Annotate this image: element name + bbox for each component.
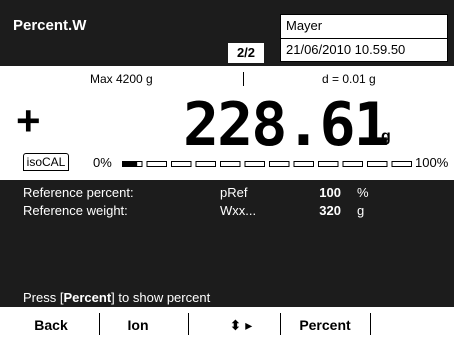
softkey-separator bbox=[370, 313, 371, 335]
capacity-segment bbox=[293, 161, 314, 167]
capacity-segment bbox=[318, 161, 339, 167]
reference-percent-unit: % bbox=[357, 185, 369, 200]
hint-prefix: Press bbox=[23, 290, 60, 305]
softkey-separator bbox=[99, 313, 100, 335]
max-capacity-label: Max 4200 g bbox=[90, 72, 153, 86]
reference-percent-symbol: pRef bbox=[220, 185, 248, 200]
capacity-bar bbox=[122, 161, 412, 167]
reference-percent-value[interactable]: 100 bbox=[291, 185, 341, 200]
capacity-segment bbox=[220, 161, 241, 167]
capacity-segment bbox=[244, 161, 265, 167]
user-name: Mayer bbox=[286, 18, 323, 33]
user-info-divider bbox=[281, 38, 447, 39]
range-tick bbox=[243, 72, 244, 86]
capacity-segment bbox=[171, 161, 192, 167]
capacity-segment bbox=[269, 161, 290, 167]
hint-key: Percent bbox=[63, 290, 112, 305]
reference-weight-label: Reference weight: bbox=[23, 203, 128, 218]
capacity-segment bbox=[342, 161, 363, 167]
capacity-fill bbox=[122, 161, 138, 167]
user-info-box: Mayer 21/06/2010 10.59.50 bbox=[280, 14, 448, 62]
reference-weight-unit: g bbox=[357, 203, 365, 218]
weight-unit: g bbox=[381, 128, 391, 145]
capacity-segment bbox=[391, 161, 412, 167]
sign-indicator: + bbox=[16, 97, 41, 144]
navigate-softkey[interactable]: ⬍ ▸ bbox=[215, 317, 267, 334]
readability-label: d = 0.01 g bbox=[322, 72, 376, 86]
range-min-label: 0% bbox=[93, 155, 112, 170]
capacity-segment bbox=[367, 161, 388, 167]
hint-text: Press [Percent] to show percent bbox=[23, 290, 210, 305]
reference-percent-label: Reference percent: bbox=[23, 185, 134, 200]
softkey-separator bbox=[280, 313, 281, 335]
page-indicator: 2/2 bbox=[228, 43, 264, 63]
reference-weight-value[interactable]: 320 bbox=[291, 203, 341, 218]
reference-weight-symbol: Wxx... bbox=[220, 203, 257, 218]
isocal-badge[interactable]: isoCAL bbox=[23, 153, 69, 171]
capacity-segment bbox=[195, 161, 216, 167]
capacity-segment bbox=[146, 161, 167, 167]
ion-softkey[interactable]: Ion bbox=[118, 317, 158, 333]
hint-suffix: to show percent bbox=[114, 290, 211, 305]
range-max-label: 100% bbox=[415, 155, 449, 170]
date-time: 21/06/2010 10.59.50 bbox=[286, 42, 406, 57]
back-softkey[interactable]: Back bbox=[26, 317, 76, 333]
percent-softkey[interactable]: Percent bbox=[293, 317, 357, 333]
weight-value: 228.61 bbox=[183, 90, 390, 160]
softkey-bar: Back Ion ⬍ ▸ Percent bbox=[0, 307, 454, 342]
app-title: Percent.W bbox=[13, 17, 87, 34]
softkey-separator bbox=[188, 313, 189, 335]
